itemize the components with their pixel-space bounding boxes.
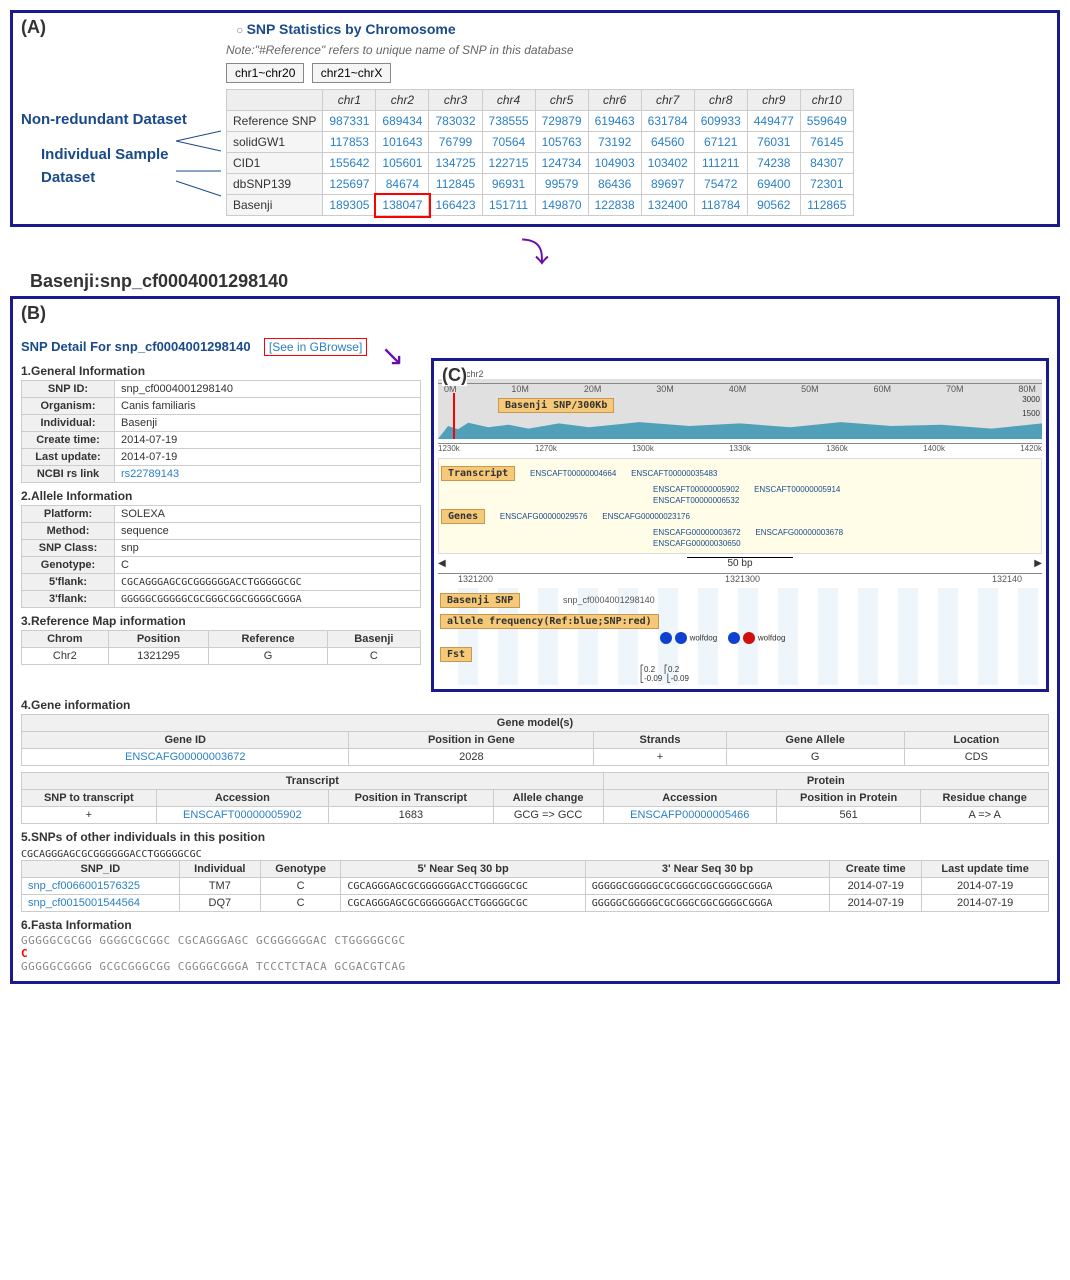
panel-c: (C) chr2 0M10M20M30M40M50M60M70M80M Base… xyxy=(431,358,1049,692)
other-snps-table: SNP_IDIndividualGenotype5' Near Seq 30 b… xyxy=(21,860,1049,912)
ref-dot-icon xyxy=(660,632,672,644)
position-marker-icon xyxy=(453,393,455,439)
refmap-table: Chrom Position Reference Basenji Chr2 13… xyxy=(21,630,421,665)
genes-track[interactable]: Genes xyxy=(441,509,485,524)
refmap-title: 3.Reference Map information xyxy=(21,614,421,628)
table-header-row: chr1 chr2 chr3 chr4 chr5 chr6 chr7 chr8 … xyxy=(227,90,854,111)
scale-bar: 50 bp xyxy=(687,557,792,569)
transcript-protein-table: TranscriptProtein SNP to transcriptAcces… xyxy=(21,772,1049,824)
fst-track[interactable]: Fst xyxy=(440,647,472,662)
gene-info-title: 4.Gene information xyxy=(21,698,1049,712)
gene-id-link[interactable]: ENSCAFG00000003672 xyxy=(22,749,349,766)
table-row: solidGW1 117853 101643 76799 70564 10576… xyxy=(227,132,854,153)
chrom-label: chr2 xyxy=(466,369,1042,379)
allele-info-title: 2.Allele Information xyxy=(21,489,421,503)
snp-detail-title: SNP Detail For snp_cf0004001298140 xyxy=(21,339,251,354)
table-row: Basenji 189305 138047 166423 151711 1498… xyxy=(227,195,854,216)
other-snp-link[interactable]: snp_cf0015001544564 xyxy=(22,895,180,912)
panel-b: (B) SNP Detail For snp_cf0004001298140 [… xyxy=(10,296,1060,984)
fasta-seq-2: GGGGGCGGGG GCGCGGGCGG CGGGGCGGGA TCCCTCT… xyxy=(21,960,1049,973)
nav-right-icon[interactable]: ▶ xyxy=(1034,558,1042,569)
panel-c-label: (C) xyxy=(442,365,467,386)
gene-model-table: Gene model(s) Gene IDPosition in GeneStr… xyxy=(21,714,1049,766)
table-row: dbSNP139 125697 84674 112845 96931 99579… xyxy=(227,174,854,195)
diagonal-arrow-icon: ↘ xyxy=(381,340,404,371)
table-row: snp_cf0066001576325 TM7 C CGCAGGGAGCGCGG… xyxy=(22,878,1049,895)
other-snps-title: 5.SNPs of other individuals in this posi… xyxy=(21,830,1049,844)
density-plot[interactable]: 0M10M20M30M40M50M60M70M80M Basenji SNP/3… xyxy=(438,379,1042,439)
density-track-label: Basenji SNP/300Kb xyxy=(498,398,614,413)
basenji-snp-track[interactable]: Basenji SNP xyxy=(440,593,520,608)
general-info-table: SNP ID:snp_cf0004001298140 Organism:Cani… xyxy=(21,380,421,483)
fasta-variant: C xyxy=(21,947,28,960)
fasta-title: 6.Fasta Information xyxy=(21,918,1049,932)
see-in-gbrowse-link[interactable]: [See in GBrowse] xyxy=(264,338,367,356)
snp-heading: Basenji:snp_cf0004001298140 xyxy=(30,271,1060,292)
nav-left-icon[interactable]: ◀ xyxy=(438,558,446,569)
stats-table: chr1 chr2 chr3 chr4 chr5 chr6 chr7 chr8 … xyxy=(226,89,854,216)
note-text: Note:"#Reference" refers to unique name … xyxy=(226,43,1049,57)
other-snp-link[interactable]: snp_cf0066001576325 xyxy=(22,878,180,895)
allele-info-table: Platform:SOLEXA Method:sequence SNP Clas… xyxy=(21,505,421,608)
tab-chr21-x[interactable]: chr21~chrX xyxy=(312,63,392,83)
snp-stats-title: SNP Statistics by Chromosome xyxy=(247,21,456,37)
ref-dot-icon xyxy=(675,632,687,644)
protein-link[interactable]: ENSCAFP00000005466 xyxy=(603,807,776,824)
panel-b-label: (B) xyxy=(21,303,46,324)
transcript-track[interactable]: Transcript xyxy=(441,466,515,481)
panel-a: (A) Non-redundant Dataset Individual Sam… xyxy=(10,10,1060,227)
dataset-connector-lines xyxy=(21,21,226,221)
transcript-link[interactable]: ENSCAFT00000005902 xyxy=(156,807,329,824)
fasta-seq-1: GGGGGCGCGG GGGGCGCGGC CGCAGGGAGC GCGGGGG… xyxy=(21,934,1049,947)
allele-freq-track[interactable]: allele frequency(Ref:blue;SNP:red) xyxy=(440,614,659,629)
general-info-title: 1.General Information xyxy=(21,364,421,378)
table-row: CID1 155642 105601 134725 122715 124734 … xyxy=(227,153,854,174)
tab-chr1-20[interactable]: chr1~chr20 xyxy=(226,63,304,83)
ref-dot-icon xyxy=(728,632,740,644)
squiggle-arrow-icon: ⤵ xyxy=(10,231,1060,271)
table-row: snp_cf0015001544564 DQ7 C CGCAGGGAGCGCGG… xyxy=(22,895,1049,912)
highlighted-cell[interactable]: 138047 xyxy=(376,195,429,216)
snp-dot-icon xyxy=(743,632,755,644)
table-row: Reference SNP 987331 689434 783032 73855… xyxy=(227,111,854,132)
ncbi-rs-link[interactable]: rs22789143 xyxy=(115,466,421,483)
